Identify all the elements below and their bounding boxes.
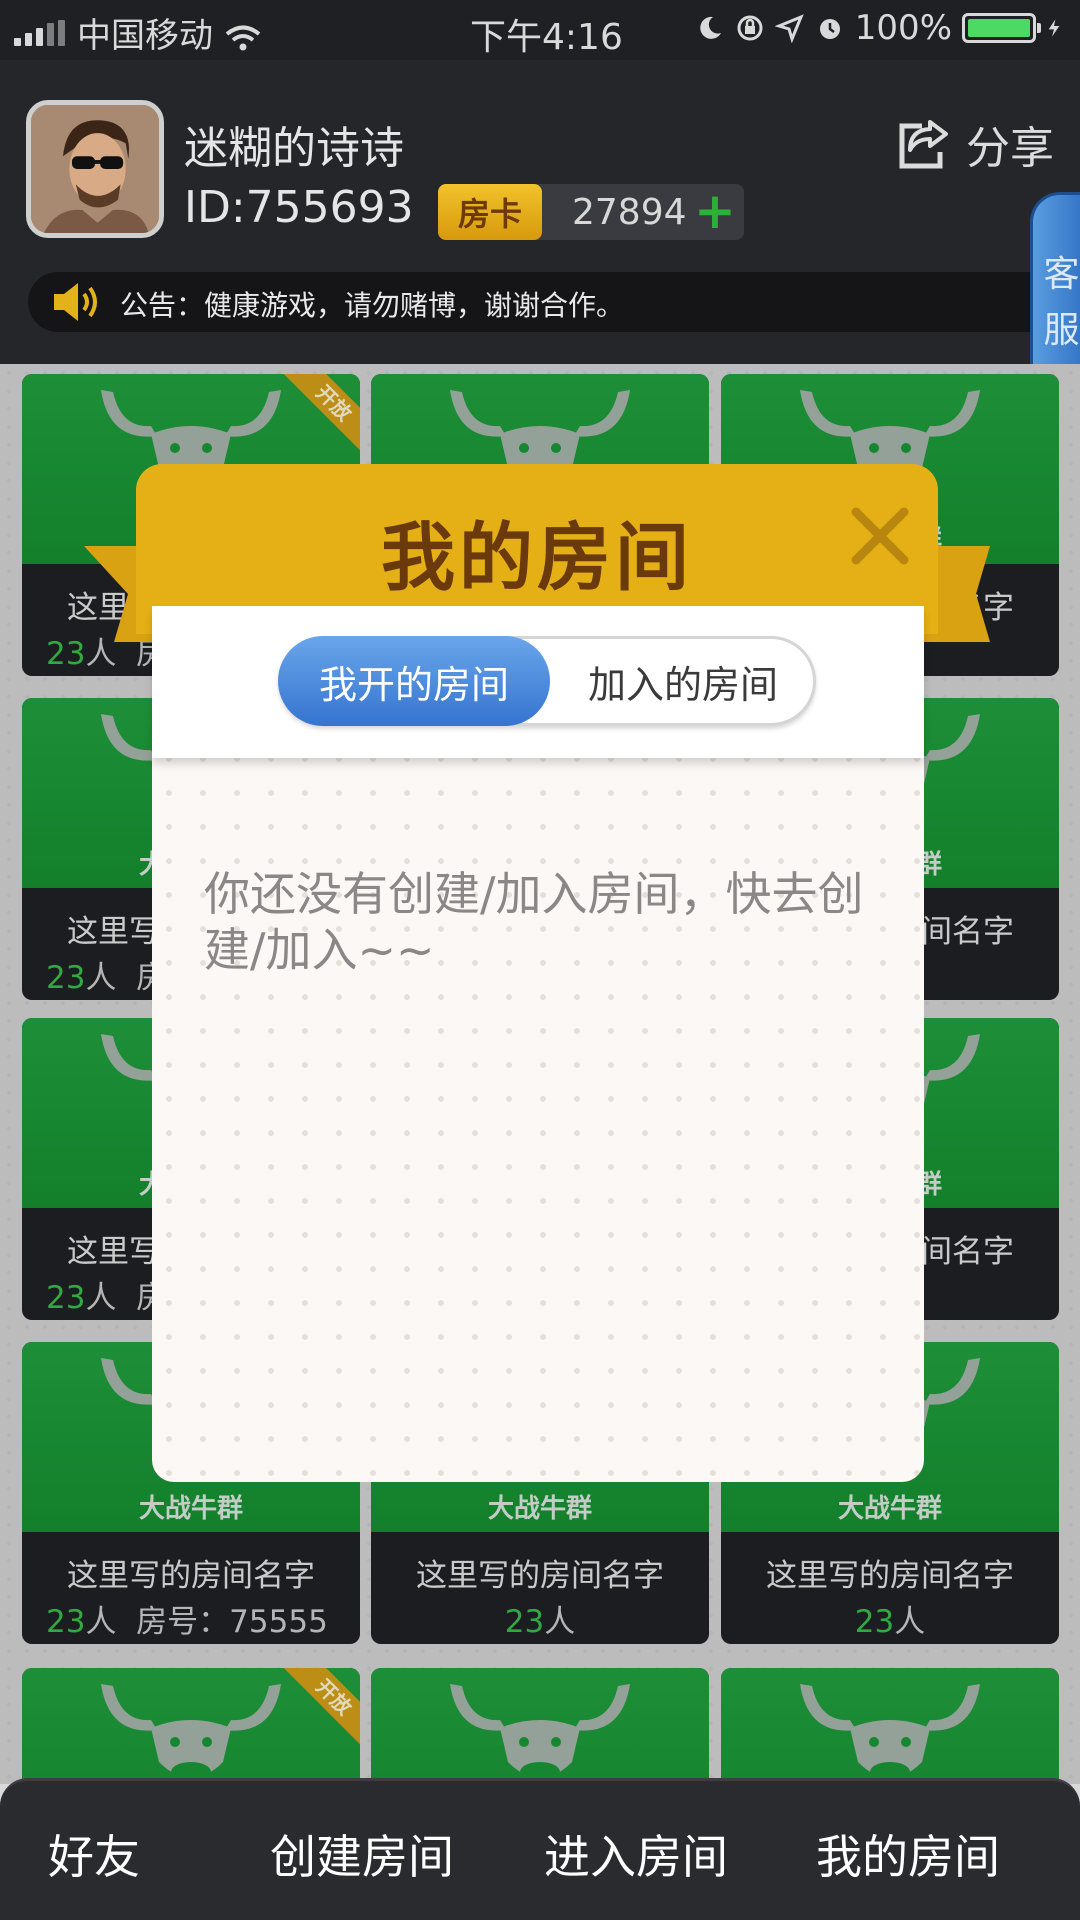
- tab-joined-rooms[interactable]: 加入的房间: [550, 636, 816, 726]
- room-card-balance: 房卡 27894 +: [438, 182, 744, 240]
- room-card-badge: 房卡: [438, 184, 542, 240]
- add-card-button[interactable]: +: [694, 182, 736, 240]
- nav-create-room[interactable]: 创建房间: [270, 1821, 454, 1887]
- bottom-nav: 好友 创建房间 进入房间 我的房间: [0, 1778, 1080, 1920]
- customer-service-label-2: 服: [1043, 310, 1080, 351]
- user-id: ID:755693: [184, 182, 414, 233]
- profile-header: 迷糊的诗诗 ID:755693 房卡 27894 + 分享 公告：健康游戏，请勿…: [0, 60, 1080, 364]
- rotation-lock-icon: [737, 15, 763, 41]
- alarm-icon: [819, 19, 840, 39]
- battery-icon: [962, 13, 1041, 43]
- dialog-title: 我的房间: [381, 515, 693, 601]
- nav-friends[interactable]: 好友: [48, 1821, 140, 1887]
- share-label: 分享: [966, 123, 1054, 174]
- charging-icon: [1048, 19, 1060, 37]
- empty-state-message: 你还没有创建/加入房间，快去创建/加入~~: [204, 867, 864, 977]
- wifi-icon: [225, 20, 261, 50]
- nav-my-rooms[interactable]: 我的房间: [816, 1821, 1000, 1887]
- announcement-bar: 公告：健康游戏，请勿赌博，谢谢合作。: [28, 272, 1080, 332]
- location-icon: [774, 14, 804, 43]
- share-icon: [899, 120, 948, 169]
- avatar[interactable]: [26, 100, 164, 238]
- username: 迷糊的诗诗: [184, 123, 404, 174]
- carrier-label: 中国移动: [77, 16, 213, 56]
- room-card-count: 27894: [572, 192, 687, 233]
- moon-icon: [700, 16, 721, 39]
- share-button[interactable]: 分享: [896, 112, 1054, 176]
- battery-percent: 100%: [854, 8, 952, 48]
- tab-my-created-rooms[interactable]: 我开的房间: [278, 636, 550, 726]
- nav-enter-room[interactable]: 进入房间: [544, 1821, 728, 1887]
- customer-service-label-1: 客: [1043, 254, 1080, 295]
- speaker-icon: [54, 283, 97, 321]
- close-icon[interactable]: [848, 504, 912, 568]
- signal-icon: [14, 19, 65, 46]
- announcement-text: 公告：健康游戏，请勿赌博，谢谢合作。: [120, 289, 625, 322]
- clock: 下午4:16: [470, 17, 623, 58]
- status-bar: 中国移动 下午4:16 100%: [0, 0, 1080, 60]
